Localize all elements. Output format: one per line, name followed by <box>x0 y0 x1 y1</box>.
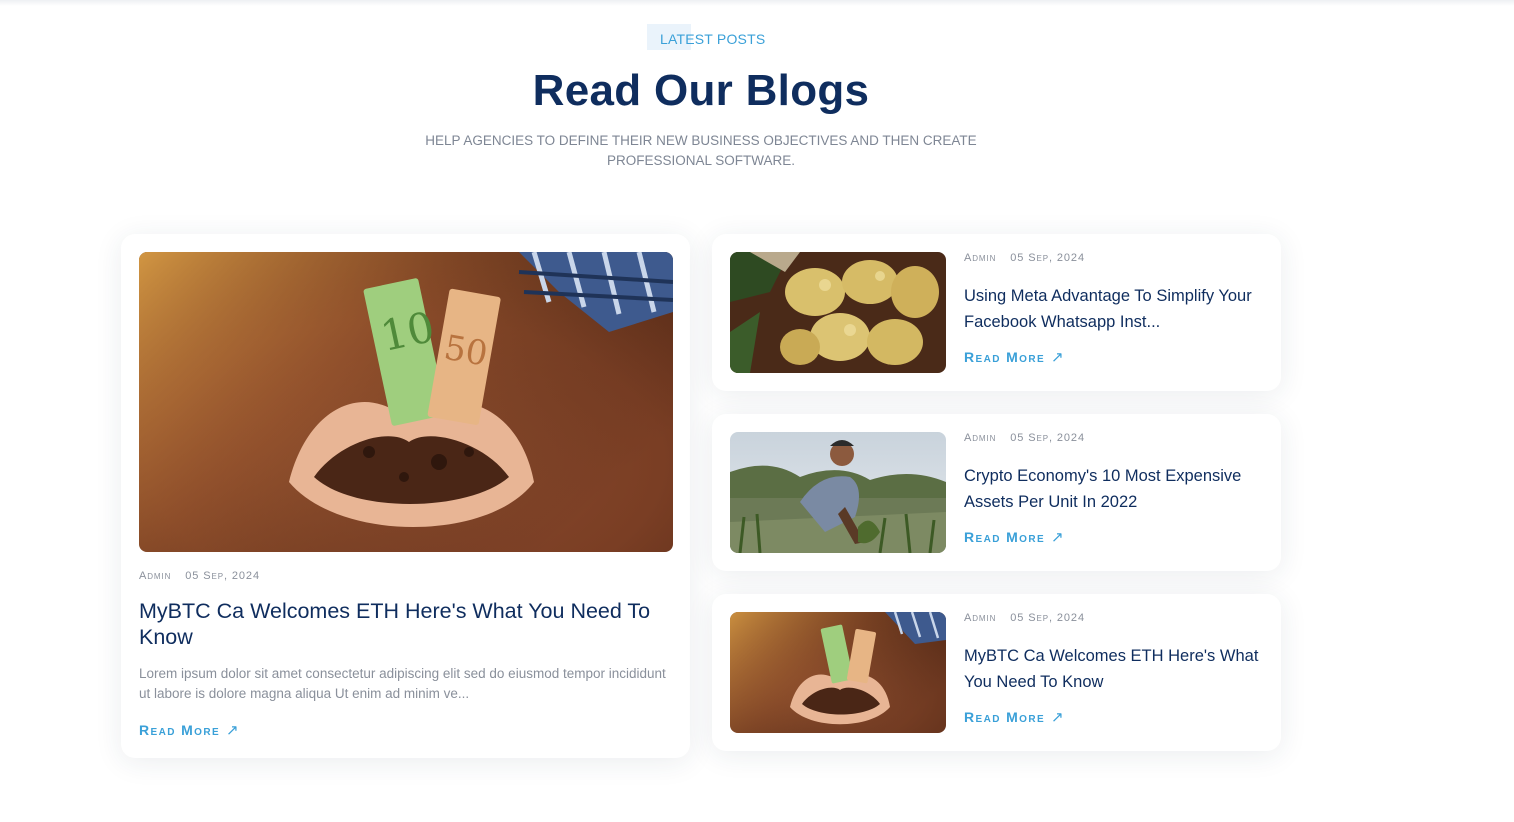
post-date: 05 Sep, 2024 <box>1010 612 1085 624</box>
featured-post-excerpt: Lorem ipsum dolor sit amet consectetur a… <box>139 666 666 701</box>
section-tag: LATEST POSTS <box>647 24 779 50</box>
arrow-up-right-icon: ↗ <box>1051 349 1066 366</box>
arrow-up-right-icon: ↗ <box>1051 709 1066 726</box>
post-meta: Admin 05 Sep, 2024 <box>964 432 1085 444</box>
read-more-label: Read More <box>139 722 221 738</box>
featured-post-meta: Admin 05 Sep, 2024 <box>139 570 260 582</box>
featured-post-image[interactable]: 10 50 <box>139 252 673 552</box>
read-more-label: Read More <box>964 709 1046 725</box>
post-title[interactable]: Crypto Economy's 10 Most Expensive Asset… <box>964 463 1269 515</box>
post-date: 05 Sep, 2024 <box>1010 432 1085 444</box>
post-card: Admin 05 Sep, 2024 MyBTC Ca Welcomes ETH … <box>712 594 1281 751</box>
post-meta: Admin 05 Sep, 2024 <box>964 252 1085 264</box>
read-more-link[interactable]: Read More ↗ <box>964 528 1065 546</box>
post-title[interactable]: Using Meta Advantage To Simplify Your Fa… <box>964 283 1269 335</box>
featured-read-more-link[interactable]: Read More ↗ <box>139 721 240 739</box>
author-label: Admin <box>139 570 172 582</box>
author-label: Admin <box>964 252 997 264</box>
read-more-label: Read More <box>964 529 1046 545</box>
section-heading: Read Our Blogs <box>532 66 870 115</box>
post-date: 05 Sep, 2024 <box>185 570 260 582</box>
post-title[interactable]: MyBTC Ca Welcomes ETH Here's What You Ne… <box>964 643 1269 695</box>
featured-post-title[interactable]: MyBTC Ca Welcomes ETH Here's What You Ne… <box>139 598 673 650</box>
top-shadow-divider <box>0 0 1514 6</box>
post-image-farmer[interactable] <box>730 432 946 553</box>
post-date: 05 Sep, 2024 <box>1010 252 1085 264</box>
post-card: Admin 05 Sep, 2024 Crypto Economy's 10 Mo… <box>712 414 1281 571</box>
featured-post-card: 10 50 Admin 05 Sep, 2024 MyBTC Ca Welcome… <box>121 234 690 758</box>
post-image-hands-soil-money[interactable] <box>730 612 946 733</box>
post-meta: Admin 05 Sep, 2024 <box>964 612 1085 624</box>
post-image-potatoes[interactable] <box>730 252 946 373</box>
read-more-label: Read More <box>964 349 1046 365</box>
post-card: Admin 05 Sep, 2024 Using Meta Advantage T… <box>712 234 1281 391</box>
svg-text:50: 50 <box>441 328 491 375</box>
arrow-up-right-icon: ↗ <box>226 722 241 739</box>
read-more-link[interactable]: Read More ↗ <box>964 708 1065 726</box>
author-label: Admin <box>964 432 997 444</box>
arrow-up-right-icon: ↗ <box>1051 529 1066 546</box>
section-subtext: HELP AGENCIES TO DEFINE THEIR NEW BUSINE… <box>425 133 977 168</box>
author-label: Admin <box>964 612 997 624</box>
read-more-link[interactable]: Read More ↗ <box>964 348 1065 366</box>
